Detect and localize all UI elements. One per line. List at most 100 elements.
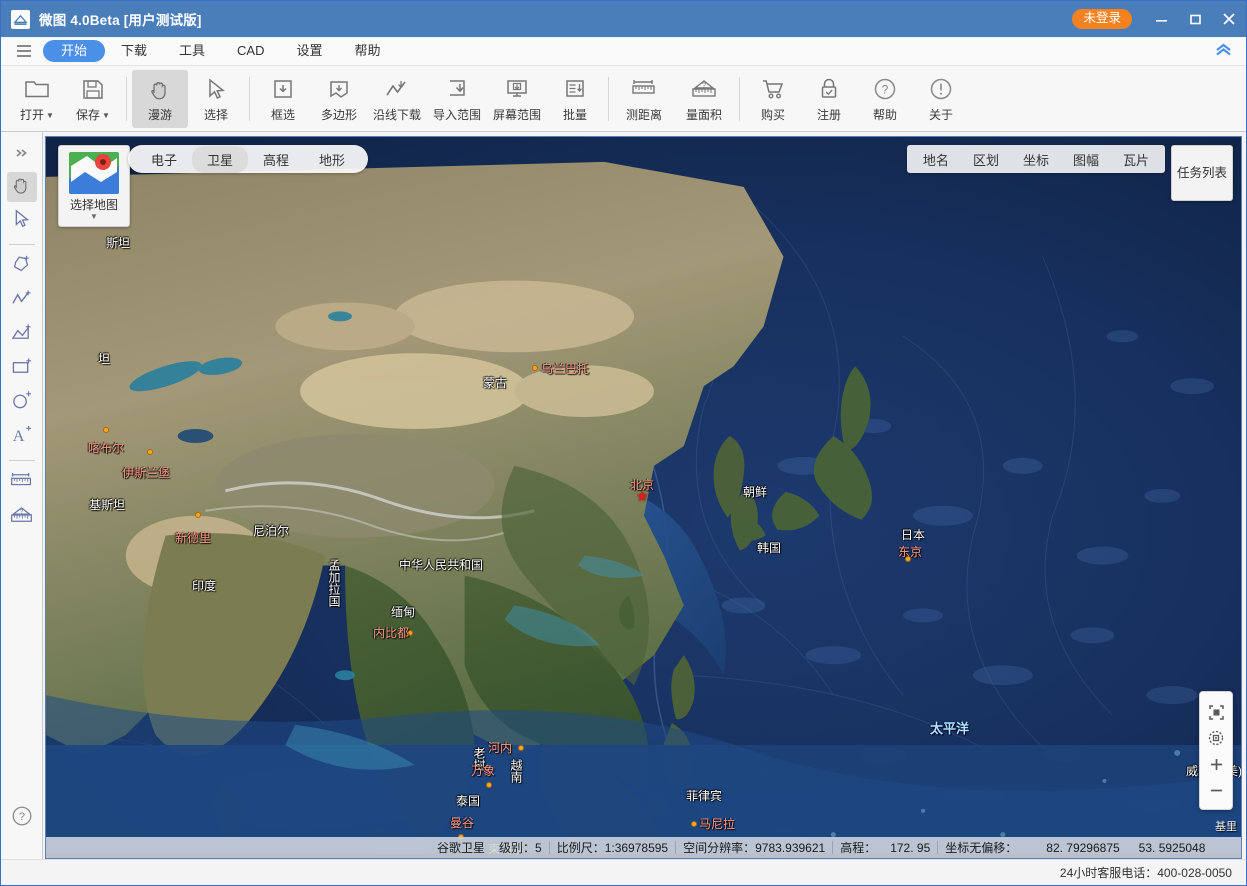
map-city-dot bbox=[518, 745, 524, 751]
ribbon-label-measure-distance: 测距离 bbox=[626, 106, 662, 123]
add-rectangle-icon bbox=[10, 357, 33, 382]
measure-distance-icon bbox=[630, 74, 658, 104]
ribbon-button-open[interactable]: 打开 ▼ bbox=[9, 70, 65, 128]
hamburger-icon[interactable] bbox=[11, 40, 37, 62]
overlay-tab-district[interactable]: 区划 bbox=[961, 146, 1011, 173]
measure-area-icon: ? bbox=[9, 504, 34, 531]
main-body: A ? bbox=[1, 132, 1246, 859]
left-tool-add-circle[interactable] bbox=[7, 388, 37, 418]
add-text-icon: A bbox=[10, 424, 33, 450]
ribbon-button-save[interactable]: 保存 ▼ bbox=[65, 70, 121, 128]
minimize-button[interactable] bbox=[1144, 1, 1178, 37]
zoom-in-plus-icon[interactable] bbox=[1202, 751, 1230, 777]
map-source-selector[interactable]: 选择地图 ▼ bbox=[58, 145, 130, 227]
left-tool-add-shape[interactable] bbox=[7, 320, 37, 350]
map-viewport[interactable]: 斯坦 坦 喀布尔 伊斯兰堡 基斯坦 新德里 尼泊尔 印度 孟加拉国 缅甸 内比都… bbox=[45, 136, 1242, 859]
left-tool-measure-distance[interactable] bbox=[7, 468, 37, 498]
ribbon-button-screen-range[interactable]: 屏幕范围 bbox=[487, 70, 547, 128]
folder-icon bbox=[24, 74, 50, 104]
save-disk-icon bbox=[81, 74, 105, 104]
menu-bar: 开始 下载 工具 CAD 设置 帮助 bbox=[1, 37, 1246, 66]
add-polyline-icon bbox=[10, 289, 33, 314]
ribbon-label-about: 关于 bbox=[929, 106, 953, 123]
menu-item-tools[interactable]: 工具 bbox=[163, 40, 221, 63]
map-zoom-controls bbox=[1199, 691, 1233, 810]
ribbon-button-polygon[interactable]: 多边形 bbox=[311, 70, 367, 128]
chevron-down-icon[interactable]: ▼ bbox=[102, 111, 110, 120]
polyline-download-icon bbox=[384, 74, 410, 104]
login-status-button[interactable]: 未登录 bbox=[1072, 9, 1132, 30]
ribbon-button-measure-area[interactable]: ? 量面积 bbox=[674, 70, 734, 128]
locate-target-icon[interactable] bbox=[1202, 725, 1230, 751]
map-container: 斯坦 坦 喀布尔 伊斯兰堡 基斯坦 新德里 尼泊尔 印度 孟加拉国 缅甸 内比都… bbox=[43, 132, 1246, 859]
status-level: 级别：5 bbox=[492, 839, 549, 856]
zoom-out-minus-icon[interactable] bbox=[1202, 777, 1230, 803]
left-tool-pan[interactable] bbox=[7, 172, 37, 202]
left-tool-help[interactable]: ? bbox=[7, 803, 37, 833]
layer-tab-terrain[interactable]: 地形 bbox=[304, 146, 360, 173]
add-polygon-icon bbox=[11, 254, 33, 280]
ribbon-button-about[interactable]: 关于 bbox=[913, 70, 969, 128]
left-tool-add-text[interactable]: A bbox=[7, 422, 37, 452]
ribbon-button-help[interactable]: ? 帮助 bbox=[857, 70, 913, 128]
chevron-down-icon[interactable]: ▼ bbox=[46, 111, 54, 120]
ribbon-label-box-select: 框选 bbox=[271, 106, 295, 123]
menu-item-download[interactable]: 下载 bbox=[105, 40, 163, 63]
overlay-tab-coordinate[interactable]: 坐标 bbox=[1011, 146, 1061, 173]
left-toolbar: A ? bbox=[1, 132, 43, 859]
app-logo-icon bbox=[11, 10, 30, 29]
ribbon-button-batch[interactable]: 批量 bbox=[547, 70, 603, 128]
add-circle-icon bbox=[10, 390, 33, 416]
layer-tab-satellite[interactable]: 卫星 bbox=[192, 146, 248, 173]
left-tool-add-polyline[interactable] bbox=[7, 286, 37, 316]
chevron-down-icon[interactable]: ▼ bbox=[90, 214, 98, 220]
map-city-dot bbox=[691, 821, 697, 827]
task-list-button[interactable]: 任务列表 bbox=[1171, 145, 1233, 201]
footer-bar: 24小时客服电话：400-028-0050 bbox=[1, 859, 1246, 885]
screen-range-icon bbox=[504, 74, 530, 104]
menu-item-cad[interactable]: CAD bbox=[221, 40, 280, 63]
ribbon-label-along-line: 沿线下载 bbox=[373, 106, 421, 123]
chevron-up-icon[interactable] bbox=[1215, 43, 1232, 59]
expand-right-icon[interactable] bbox=[7, 138, 37, 168]
status-scale: 比例尺：1:36978595 bbox=[550, 839, 675, 856]
left-tool-select[interactable] bbox=[7, 206, 37, 236]
left-tool-add-rectangle[interactable] bbox=[7, 354, 37, 384]
ribbon-label-measure-area: 量面积 bbox=[686, 106, 722, 123]
svg-text:?: ? bbox=[19, 811, 25, 823]
layer-tab-electronic[interactable]: 电子 bbox=[136, 146, 192, 173]
ribbon-button-measure-distance[interactable]: 测距离 bbox=[614, 70, 674, 128]
close-button[interactable] bbox=[1212, 1, 1246, 37]
ribbon-button-along-line[interactable]: 沿线下载 bbox=[367, 70, 427, 128]
ribbon-button-pan[interactable]: 漫游 bbox=[132, 70, 188, 128]
lock-icon bbox=[818, 74, 840, 104]
menu-item-help[interactable]: 帮助 bbox=[339, 40, 397, 63]
left-tool-measure-area[interactable]: ? bbox=[7, 502, 37, 532]
map-corner-label: 基里 bbox=[1215, 818, 1237, 834]
menu-item-start[interactable]: 开始 bbox=[43, 40, 105, 63]
title-bar: 微图 4.0Beta [用户测试版] 未登录 bbox=[1, 1, 1246, 37]
overlay-tab-mapsheet[interactable]: 图幅 bbox=[1061, 146, 1111, 173]
ribbon-button-buy[interactable]: 购买 bbox=[745, 70, 801, 128]
left-tool-add-polygon[interactable] bbox=[7, 252, 37, 282]
title-bar-controls: 未登录 bbox=[1072, 1, 1246, 37]
fullscreen-icon[interactable] bbox=[1202, 699, 1230, 725]
overlay-tab-tile[interactable]: 瓦片 bbox=[1111, 146, 1161, 173]
map-city-dot bbox=[147, 449, 153, 455]
question-circle-icon: ? bbox=[872, 74, 898, 104]
ribbon-button-import-range[interactable]: 导入范围 bbox=[427, 70, 487, 128]
add-shape-icon bbox=[10, 323, 33, 348]
ribbon-button-select[interactable]: 选择 bbox=[188, 70, 244, 128]
ribbon-button-register[interactable]: 注册 bbox=[801, 70, 857, 128]
measure-distance-icon bbox=[9, 470, 34, 497]
import-range-icon bbox=[445, 74, 469, 104]
ribbon-label-polygon: 多边形 bbox=[321, 106, 357, 123]
ribbon-label-batch: 批量 bbox=[563, 106, 587, 123]
menu-item-settings[interactable]: 设置 bbox=[281, 40, 339, 63]
layer-tab-elevation[interactable]: 高程 bbox=[248, 146, 304, 173]
map-city-dot bbox=[195, 512, 201, 518]
ribbon-button-box-select[interactable]: 框选 bbox=[255, 70, 311, 128]
map-city-dot bbox=[486, 782, 492, 788]
overlay-tab-placename[interactable]: 地名 bbox=[911, 146, 961, 173]
maximize-button[interactable] bbox=[1178, 1, 1212, 37]
